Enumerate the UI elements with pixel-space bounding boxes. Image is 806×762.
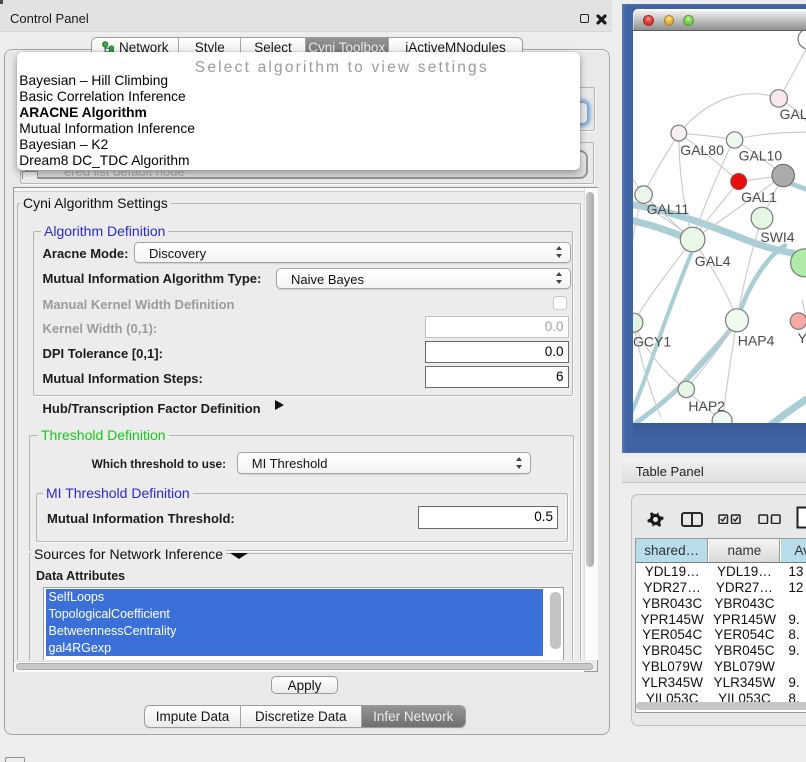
svg-text:Y: Y [797, 330, 805, 346]
svg-text:GAL4: GAL4 [695, 254, 731, 270]
svg-text:GAL80: GAL80 [680, 142, 724, 158]
svg-text:GAL10: GAL10 [739, 148, 783, 164]
svg-text:GAL1: GAL1 [741, 189, 777, 205]
svg-text:GCY1: GCY1 [633, 334, 671, 350]
svg-text:HAP4: HAP4 [738, 333, 775, 349]
svg-text:GAL7: GAL7 [779, 106, 805, 122]
svg-text:SWI4: SWI4 [760, 230, 794, 246]
svg-text:GAL11: GAL11 [647, 202, 690, 218]
svg-text:HAP2: HAP2 [688, 398, 725, 414]
